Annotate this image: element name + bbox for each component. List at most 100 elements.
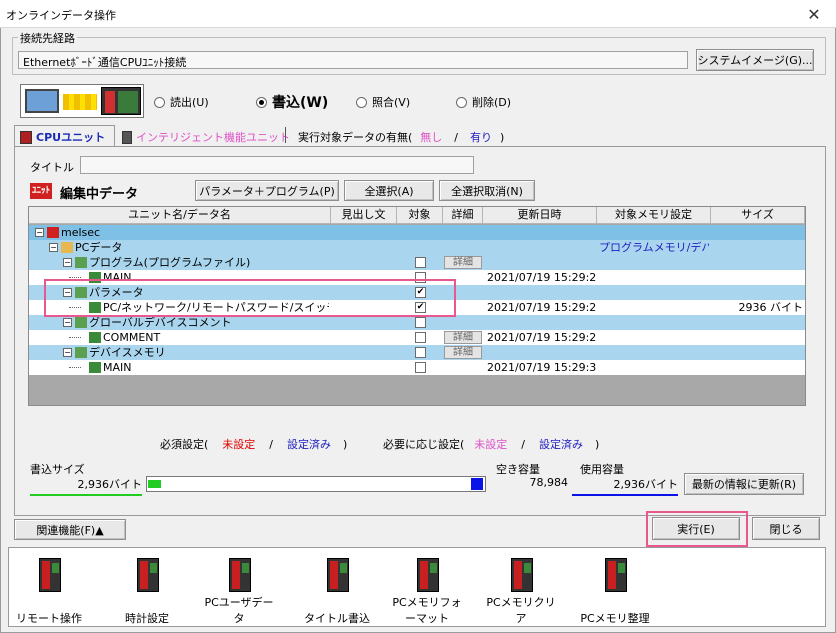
column-header: ユニット名/データ名 bbox=[29, 207, 331, 224]
computer-icon bbox=[25, 89, 59, 113]
used-space-value: 2,936バイト bbox=[572, 476, 678, 496]
highlight-parameter-rows bbox=[44, 279, 456, 317]
row-size bbox=[713, 360, 803, 375]
write-size-label: 書込サイズ bbox=[30, 463, 85, 476]
function-label: PCメモリクリア bbox=[486, 596, 556, 625]
write-size-value: 2,936バイト bbox=[30, 476, 142, 496]
row-target-memory[interactable] bbox=[599, 300, 709, 315]
radio-delete-circle[interactable] bbox=[456, 96, 467, 108]
function-pc-memory-clear[interactable]: PCメモリクリア bbox=[483, 556, 559, 626]
refresh-button[interactable]: 最新の情報に更新(R) bbox=[684, 473, 804, 495]
radio-write-circle[interactable] bbox=[256, 96, 267, 108]
row-size bbox=[713, 225, 803, 240]
optional-legend: 必要に応じ設定(未設定 / 設定済み) bbox=[383, 436, 599, 452]
detail-button[interactable]: 詳細 bbox=[444, 346, 482, 359]
tree-collapse-icon[interactable]: − bbox=[35, 228, 44, 237]
param-program-button[interactable]: パラメータ＋プログラム(P) bbox=[195, 180, 339, 201]
pc-memory-clear-icon bbox=[501, 556, 541, 596]
function-pc-user-data[interactable]: PCユーザデータ bbox=[201, 556, 277, 626]
connection-route-field: Ethernetﾎﾞｰﾄﾞ通信CPUﾕﾆｯﾄ接続 bbox=[18, 51, 688, 69]
row-name-text: PCデータ bbox=[75, 241, 123, 254]
target-checkbox[interactable] bbox=[415, 332, 426, 343]
detail-button[interactable]: 詳細 bbox=[444, 331, 482, 344]
radio-read[interactable]: 読出(U) bbox=[154, 94, 209, 110]
tree-node-icon bbox=[89, 362, 101, 373]
row-updated-at bbox=[487, 345, 597, 360]
table-row[interactable]: − デバイスメモリ 詳細 bbox=[29, 345, 805, 360]
radio-write[interactable]: 書込(W) bbox=[256, 92, 328, 112]
row-target-memory[interactable] bbox=[599, 225, 709, 240]
function-pc-memory-organize[interactable]: PCメモリ整理 bbox=[577, 556, 653, 626]
tab-intelligent-label: インテリジェント機能ユニット bbox=[136, 131, 290, 144]
table-row[interactable]: − PCデータ プログラムメモリ/デバ... bbox=[29, 240, 805, 255]
row-target-memory[interactable] bbox=[599, 345, 709, 360]
title-write-icon bbox=[317, 556, 357, 596]
radio-verify[interactable]: 照合(V) bbox=[356, 94, 410, 110]
column-header: 更新日時 bbox=[483, 207, 597, 224]
tree-node-icon bbox=[61, 242, 73, 253]
row-name: COMMENT bbox=[89, 330, 329, 345]
radio-verify-circle[interactable] bbox=[356, 96, 367, 108]
row-name-text: MAIN bbox=[103, 361, 132, 374]
pc-memory-format-icon bbox=[407, 556, 447, 596]
close-window-icon[interactable]: ✕ bbox=[792, 0, 836, 28]
table-row[interactable]: MAIN 2021/07/19 15:29:32 bbox=[29, 360, 805, 375]
column-header: 詳細 bbox=[443, 207, 483, 224]
editing-data-icon: ﾕﾆｯﾄ bbox=[30, 183, 52, 199]
deselect-all-button[interactable]: 全選択取消(N) bbox=[439, 180, 535, 201]
row-target-memory[interactable] bbox=[599, 270, 709, 285]
function-title-write[interactable]: タイトル書込 bbox=[299, 556, 375, 626]
tree-collapse-icon[interactable]: − bbox=[63, 348, 72, 357]
remote-operation-icon bbox=[29, 556, 69, 596]
required-legend: 必須設定(未設定 / 設定済み) bbox=[160, 436, 347, 452]
arrows-icon bbox=[63, 94, 97, 110]
table-row[interactable]: COMMENT 詳細 2021/07/19 15:29:22 bbox=[29, 330, 805, 345]
tree-collapse-icon[interactable]: − bbox=[49, 243, 58, 252]
target-checkbox[interactable] bbox=[415, 362, 426, 373]
target-checkbox[interactable] bbox=[415, 347, 426, 358]
function-clock-setting[interactable]: 時計設定 bbox=[109, 556, 185, 626]
function-label: 時計設定 bbox=[125, 612, 169, 625]
row-name: MAIN bbox=[89, 360, 329, 375]
row-name-text: グローバルデバイスコメント bbox=[89, 316, 232, 329]
row-size bbox=[713, 315, 803, 330]
function-remote-operation[interactable]: リモート操作 bbox=[11, 556, 87, 626]
table-row[interactable]: − グローバルデバイスコメント bbox=[29, 315, 805, 330]
pc-user-data-icon bbox=[219, 556, 259, 596]
target-checkbox[interactable] bbox=[415, 257, 426, 268]
row-target-memory[interactable] bbox=[599, 255, 709, 270]
target-checkbox[interactable] bbox=[415, 317, 426, 328]
row-size bbox=[713, 270, 803, 285]
function-label: PCメモリフォーマット bbox=[392, 596, 462, 625]
radio-read-circle[interactable] bbox=[154, 96, 165, 108]
system-image-button[interactable]: システムイメージ(G)... bbox=[696, 49, 814, 71]
row-target-memory[interactable]: プログラムメモリ/デバ... bbox=[599, 240, 709, 255]
table-row[interactable]: − melsec bbox=[29, 225, 805, 240]
tab-intelligent[interactable]: インテリジェント機能ユニット bbox=[122, 129, 290, 145]
tree-node-icon bbox=[89, 332, 101, 343]
tree-collapse-icon[interactable]: − bbox=[63, 258, 72, 267]
row-name: PCデータ bbox=[61, 240, 329, 255]
tree-collapse-icon[interactable]: − bbox=[63, 318, 72, 327]
used-space-label: 使用容量 bbox=[580, 463, 624, 476]
tab-cpu-content[interactable]: CPUユニット bbox=[20, 129, 105, 145]
row-size bbox=[713, 345, 803, 360]
row-updated-at bbox=[487, 285, 597, 300]
radio-delete[interactable]: 削除(D) bbox=[456, 94, 511, 110]
tree-connector bbox=[69, 367, 81, 368]
row-target-memory[interactable] bbox=[599, 330, 709, 345]
table-row[interactable]: − プログラム(プログラムファイル) 詳細 bbox=[29, 255, 805, 270]
write-size-bar-fill bbox=[148, 480, 162, 488]
row-target-memory[interactable] bbox=[599, 315, 709, 330]
close-button[interactable]: 閉じる bbox=[752, 517, 820, 540]
related-functions-button[interactable]: 関連機能(F)▲ bbox=[14, 519, 126, 540]
row-target-memory[interactable] bbox=[599, 285, 709, 300]
row-updated-at bbox=[487, 255, 597, 270]
function-pc-memory-format[interactable]: PCメモリフォーマット bbox=[389, 556, 465, 626]
detail-button[interactable]: 詳細 bbox=[444, 256, 482, 269]
row-target-memory[interactable] bbox=[599, 360, 709, 375]
title-input[interactable] bbox=[80, 156, 474, 174]
select-all-button[interactable]: 全選択(A) bbox=[344, 180, 434, 201]
tab-cpu-label: CPUユニット bbox=[36, 131, 106, 144]
row-name: グローバルデバイスコメント bbox=[75, 315, 329, 330]
